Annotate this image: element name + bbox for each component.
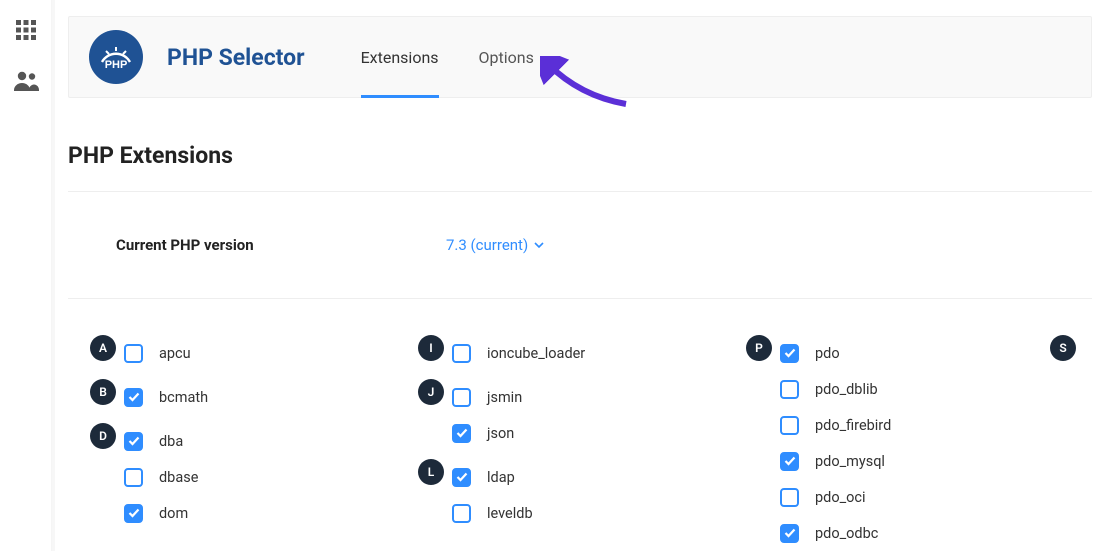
extension-row-pdo_odbc: pdo_odbc: [780, 515, 1050, 551]
checkbox-pdo_oci[interactable]: [780, 488, 799, 507]
extension-label: pdo: [815, 345, 840, 362]
apps-grid-icon[interactable]: [14, 18, 38, 46]
letter-badge-s: S: [1050, 335, 1076, 361]
checkbox-pdo[interactable]: [780, 344, 799, 363]
extensions-grid: Aapcu Bbcmath Ddba dbase dom Iioncube_loader J…: [68, 327, 1092, 551]
checkbox-json[interactable]: [452, 424, 471, 443]
extension-label: leveldb: [487, 505, 533, 522]
letter-badge-p: P: [746, 335, 772, 361]
letter-badge-b: B: [90, 379, 116, 405]
version-value: 7.3 (current): [446, 236, 528, 254]
left-nav-rail: [0, 0, 52, 551]
extension-label: bcmath: [159, 389, 208, 406]
checkbox-ldap[interactable]: [452, 468, 471, 487]
page-title: PHP Selector: [167, 44, 305, 71]
checkbox-pdo_firebird[interactable]: [780, 416, 799, 435]
extension-label: ioncube_loader: [487, 345, 585, 362]
rail-divider: [52, 0, 55, 551]
letter-badge-l: L: [418, 459, 444, 485]
header-bar: PHP PHP Selector Extensions Options: [68, 16, 1092, 98]
checkbox-pdo_mysql[interactable]: [780, 452, 799, 471]
extension-label: dom: [159, 505, 188, 522]
extension-row-pdo_dblib: pdo_dblib: [780, 371, 1050, 407]
checkbox-dba[interactable]: [124, 432, 143, 451]
extension-label: json: [487, 425, 514, 442]
extension-row-pdo_oci: pdo_oci: [780, 479, 1050, 515]
letter-badge-a: A: [90, 335, 116, 361]
section-title: PHP Extensions: [68, 142, 1092, 169]
checkbox-pdo_odbc[interactable]: [780, 524, 799, 543]
extension-label: pdo_firebird: [815, 417, 891, 434]
extension-label: dbase: [159, 469, 198, 486]
extension-row-dbase: dbase: [124, 459, 418, 495]
extension-row-pdo: pdo: [780, 335, 1050, 371]
extensions-column: Ppdo pdo_dblib pdo_firebird pdo_mysql pdo_oc…: [746, 327, 1050, 551]
extension-row-dba: dba: [124, 423, 418, 459]
extension-row-dom: dom: [124, 495, 418, 531]
checkbox-jsmin[interactable]: [452, 388, 471, 407]
extensions-column: S: [1050, 327, 1090, 551]
checkbox-apcu[interactable]: [124, 344, 143, 363]
extension-row-json: json: [452, 415, 746, 451]
version-label: Current PHP version: [116, 236, 446, 254]
checkbox-pdo_dblib[interactable]: [780, 380, 799, 399]
extension-label: apcu: [159, 345, 191, 362]
extension-label: pdo_oci: [815, 489, 866, 506]
tab-options[interactable]: Options: [479, 17, 534, 97]
checkbox-dbase[interactable]: [124, 468, 143, 487]
extensions-column: Iioncube_loader Jjsmin json Lldap leveldb: [418, 327, 746, 551]
extension-row-ldap: ldap: [452, 459, 746, 495]
divider: [68, 298, 1092, 299]
extension-row-jsmin: jsmin: [452, 379, 746, 415]
extension-row-leveldb: leveldb: [452, 495, 746, 531]
extension-label: jsmin: [487, 389, 522, 406]
extension-row-ioncube_loader: ioncube_loader: [452, 335, 746, 371]
letter-badge-i: I: [418, 335, 444, 361]
extension-row-pdo_mysql: pdo_mysql: [780, 443, 1050, 479]
letter-badge-d: D: [90, 423, 116, 449]
users-icon[interactable]: [12, 70, 40, 96]
extensions-column: Aapcu Bbcmath Ddba dbase dom: [90, 327, 418, 551]
version-row: Current PHP version 7.3 (current): [68, 236, 1092, 254]
checkbox-dom[interactable]: [124, 504, 143, 523]
extension-label: dba: [159, 433, 183, 450]
chevron-down-icon: [534, 242, 544, 248]
checkbox-leveldb[interactable]: [452, 504, 471, 523]
checkbox-ioncube_loader[interactable]: [452, 344, 471, 363]
tab-extensions[interactable]: Extensions: [361, 17, 439, 97]
divider: [68, 191, 1092, 192]
extension-label: ldap: [487, 469, 515, 486]
svg-text:PHP: PHP: [105, 59, 128, 71]
extension-label: pdo_odbc: [815, 525, 878, 542]
checkbox-bcmath[interactable]: [124, 388, 143, 407]
extension-row-pdo_firebird: pdo_firebird: [780, 407, 1050, 443]
extension-label: pdo_mysql: [815, 453, 885, 470]
version-select[interactable]: 7.3 (current): [446, 236, 544, 254]
extension-row-bcmath: bcmath: [124, 379, 418, 415]
extension-row-apcu: apcu: [124, 335, 418, 371]
extension-label: pdo_dblib: [815, 381, 878, 398]
tabs: Extensions Options: [361, 17, 534, 97]
letter-badge-j: J: [418, 379, 444, 405]
php-logo-icon: PHP: [89, 30, 143, 84]
